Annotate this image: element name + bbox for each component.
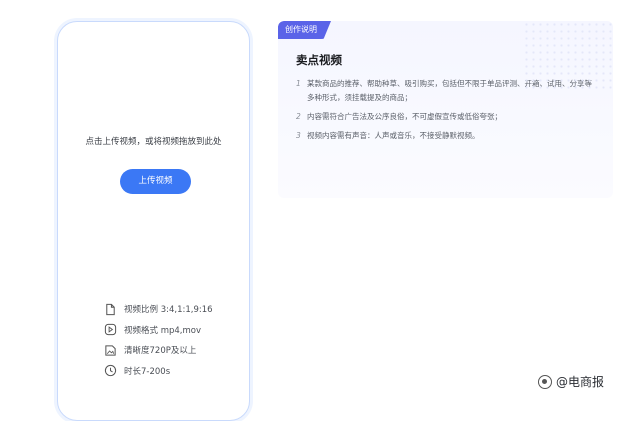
rule-number: 1 — [296, 79, 301, 88]
watermark-text: @电商报 — [556, 375, 605, 389]
spec-resolution-text: 清晰度720P及以上 — [124, 346, 197, 356]
watermark: @电商报 — [538, 373, 604, 390]
rule-item: 2 内容需符合广告法及公序良俗，不可虚假宣传或低俗夸张； — [296, 110, 596, 124]
video-spec-list: 视频比例 3:4,1:1,9:16 视频格式 mp4,mov 清晰度720P及以… — [104, 302, 213, 384]
upload-hint: 点击上传视频，或将视频拖放到此处 — [85, 137, 222, 147]
spec-aspect-ratio-text: 视频比例 3:4,1:1,9:16 — [124, 305, 213, 315]
panel-title: 卖点视频 — [296, 53, 342, 67]
creation-guide-tag: 创作说明 — [278, 21, 331, 39]
rule-number: 2 — [296, 112, 301, 121]
creation-guide-panel: 创作说明 卖点视频 1 某款商品的推荐、帮助种草、吸引购买，包括但不限于单品评测… — [278, 21, 613, 198]
spec-resolution: 清晰度720P及以上 — [104, 343, 213, 357]
play-icon — [104, 323, 117, 336]
spec-format-text: 视频格式 mp4,mov — [124, 325, 201, 336]
spec-duration-text: 时长7-200s — [124, 366, 171, 377]
spec-aspect-ratio: 视频比例 3:4,1:1,9:16 — [104, 302, 213, 316]
upload-dropzone[interactable]: 点击上传视频，或将视频拖放到此处 上传视频 视频比例 3:4,1:1,9:16 … — [57, 21, 250, 421]
rule-item: 3 视频内容需有声音：人声或音乐，不接受静默视频。 — [296, 129, 596, 143]
rule-number: 3 — [296, 131, 301, 140]
spec-format: 视频格式 mp4,mov — [104, 323, 213, 337]
spec-duration: 时长7-200s — [104, 364, 213, 378]
file-icon — [104, 303, 117, 316]
rule-text: 内容需符合广告法及公序良俗，不可虚假宣传或低俗夸张； — [307, 112, 502, 121]
upload-video-button[interactable]: 上传视频 — [120, 169, 191, 194]
rule-list: 1 某款商品的推荐、帮助种草、吸引购买，包括但不限于单品评测、开箱、试用、分享等… — [296, 77, 596, 148]
rule-item: 1 某款商品的推荐、帮助种草、吸引购买，包括但不限于单品评测、开箱、试用、分享等… — [296, 77, 596, 105]
rule-text: 视频内容需有声音：人声或音乐，不接受静默视频。 — [307, 131, 480, 140]
clock-icon — [104, 364, 117, 377]
watermark-logo-icon — [538, 374, 552, 389]
image-icon — [104, 344, 117, 357]
rule-text: 某款商品的推荐、帮助种草、吸引购买，包括但不限于单品评测、开箱、试用、分享等多种… — [307, 79, 592, 102]
